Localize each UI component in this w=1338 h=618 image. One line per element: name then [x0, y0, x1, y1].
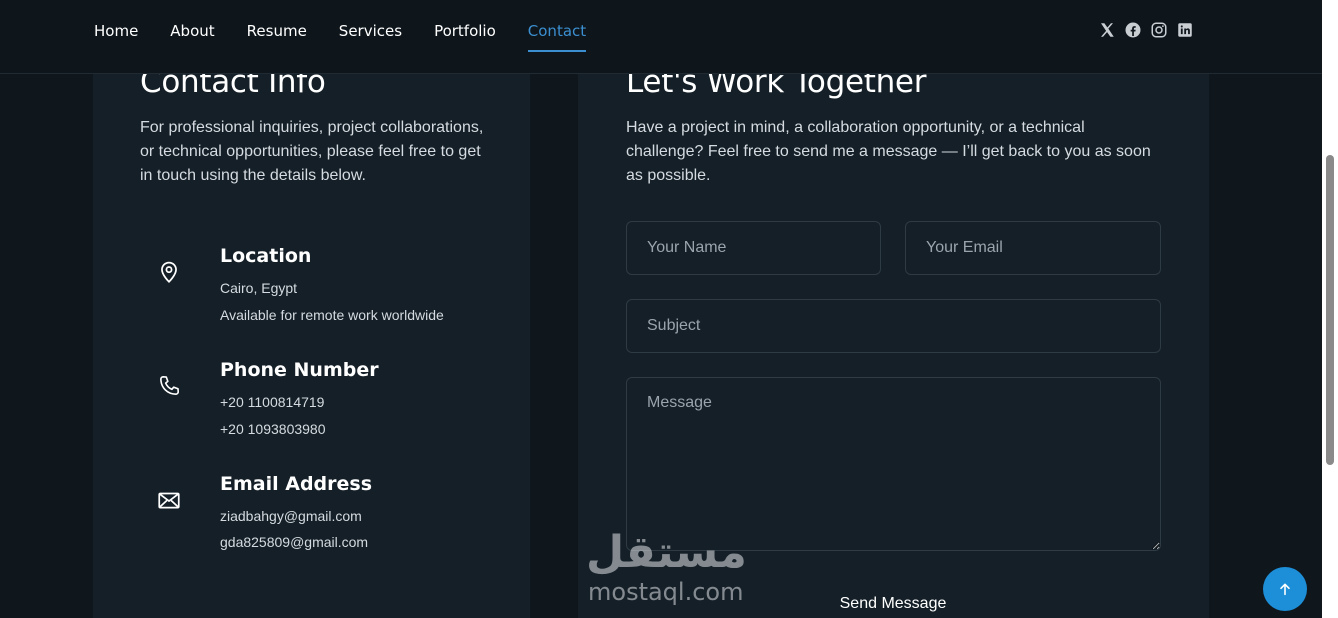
page-scrollbar[interactable] — [1322, 0, 1338, 618]
instagram-icon[interactable] — [1150, 21, 1168, 39]
nav-portfolio[interactable]: Portfolio — [434, 21, 496, 41]
form-intro: Have a project in mind, a collaboration … — [626, 119, 1151, 184]
phone-number-2: +20 1093803980 — [220, 421, 326, 437]
email-address-2: gda825809@gmail.com — [220, 534, 369, 550]
email-input[interactable] — [905, 221, 1161, 275]
scrollbar-thumb[interactable] — [1326, 155, 1334, 465]
linkedin-icon[interactable] — [1176, 21, 1194, 39]
nav-services[interactable]: Services — [339, 21, 402, 41]
message-textarea[interactable] — [626, 377, 1161, 551]
facebook-icon[interactable] — [1124, 21, 1142, 39]
send-message-button[interactable]: Send Message — [826, 590, 960, 618]
phone-item: Phone Number +20 1100814719 +20 10938039… — [140, 357, 500, 447]
nav-home[interactable]: Home — [94, 21, 138, 41]
subject-input[interactable] — [626, 299, 1161, 353]
mostaql-watermark: مستقل mostaql.com — [586, 528, 756, 608]
nav-contact[interactable]: Contact — [527, 21, 587, 52]
scroll-to-top-button[interactable] — [1263, 567, 1307, 611]
nav-links: Home About Resume Services Portfolio Con… — [94, 21, 618, 52]
nav-resume[interactable]: Resume — [247, 21, 307, 41]
email-item: Email Address ziadbahgy@gmail.com gda825… — [140, 471, 500, 561]
location-pin-icon — [154, 257, 184, 287]
location-item: Location Cairo, Egypt Available for remo… — [140, 243, 500, 333]
name-input[interactable] — [626, 221, 881, 275]
nav-about[interactable]: About — [170, 21, 214, 41]
phone-icon — [154, 371, 184, 401]
contact-info-intro: For professional inquiries, project coll… — [140, 119, 484, 184]
phone-number-1: +20 1100814719 — [220, 394, 325, 410]
location-title: Location — [220, 245, 312, 267]
watermark-arabic: مستقل — [586, 527, 747, 578]
location-note: Available for remote work worldwide — [220, 307, 444, 323]
arrow-up-icon — [1280, 583, 1290, 596]
social-links — [1098, 21, 1194, 39]
navbar: Home About Resume Services Portfolio Con… — [0, 0, 1322, 74]
phone-title: Phone Number — [220, 359, 379, 381]
x-icon[interactable] — [1098, 21, 1116, 39]
location-city: Cairo, Egypt — [220, 280, 298, 296]
email-address-1: ziadbahgy@gmail.com — [220, 508, 362, 524]
envelope-icon — [154, 485, 184, 515]
watermark-latin: mostaql.com — [588, 578, 744, 606]
email-title: Email Address — [220, 473, 373, 495]
